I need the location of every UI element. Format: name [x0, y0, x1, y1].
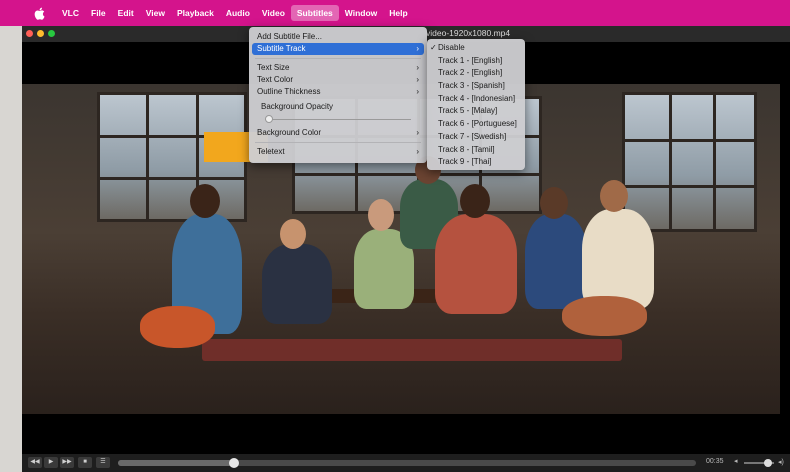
- track-item-9[interactable]: Track 9 - [Thai]: [427, 156, 525, 169]
- menu-item-label: Teletext: [257, 147, 285, 156]
- subtitles-menu: Add Subtitle File... Subtitle Track › Te…: [249, 27, 427, 163]
- track-label: Disable: [438, 43, 465, 52]
- close-window-icon[interactable]: [26, 30, 33, 37]
- track-item-1[interactable]: Track 1 - [English]: [427, 55, 525, 68]
- menu-bar: VLC File Edit View Playback Audio Video …: [0, 0, 790, 26]
- chevron-right-icon: ›: [416, 44, 419, 53]
- pouf: [562, 296, 647, 336]
- menu-help[interactable]: Help: [383, 5, 413, 21]
- menu-item-label: Subtitle Track: [257, 44, 306, 53]
- checkmark-icon: ✓: [430, 43, 437, 52]
- window-pane-right: [622, 92, 757, 232]
- window-title: video-1920x1080.mp4: [426, 28, 511, 38]
- volume-high-icon[interactable]: ◂): [778, 458, 784, 466]
- menu-subtitles[interactable]: Subtitles: [290, 5, 339, 21]
- subtitle-track-submenu: ✓ Disable Track 1 - [English] Track 2 - …: [427, 39, 525, 170]
- slider-knob[interactable]: [265, 115, 273, 123]
- elapsed-time: 00:35: [706, 458, 724, 465]
- rewind-icon[interactable]: ◀◀: [28, 457, 42, 468]
- menu-item-teletext[interactable]: Teletext ›: [249, 146, 427, 158]
- track-item-2[interactable]: Track 2 - [English]: [427, 67, 525, 80]
- menu-window[interactable]: Window: [339, 5, 384, 21]
- menu-item-outline-thickness[interactable]: Outline Thickness ›: [249, 86, 427, 98]
- seek-bar-knob[interactable]: [228, 458, 239, 468]
- menu-item-label: Text Color: [257, 75, 294, 84]
- zoom-window-icon[interactable]: [48, 30, 55, 37]
- person-head: [190, 184, 220, 218]
- track-label: Track 7 - [Swedish]: [438, 131, 507, 141]
- menu-item-label: Add Subtitle File...: [257, 32, 322, 41]
- person-head: [368, 199, 394, 231]
- track-item-7[interactable]: Track 7 - [Swedish]: [427, 131, 525, 144]
- chevron-right-icon: ›: [416, 147, 419, 156]
- track-item-3[interactable]: Track 3 - [Spanish]: [427, 80, 525, 93]
- menu-item-label: Outline Thickness: [257, 87, 321, 96]
- playback-controller: ◀◀ ▶ ▶▶ ■ ☰ 00:35 ◂ ◂): [22, 454, 790, 472]
- seek-bar-fill: [118, 460, 234, 466]
- background-opacity-label: Background Opacity: [261, 102, 334, 111]
- menu-file[interactable]: File: [85, 5, 112, 21]
- track-label: Track 5 - [Malay]: [438, 106, 498, 116]
- menu-item-label: Background Color: [257, 128, 322, 137]
- chevron-right-icon: ›: [416, 87, 419, 96]
- seek-bar[interactable]: [118, 458, 696, 468]
- person: [262, 244, 332, 324]
- menu-separator: [255, 142, 421, 143]
- person: [525, 214, 587, 309]
- pouf: [140, 306, 215, 348]
- track-label: Track 1 - [English]: [438, 55, 503, 65]
- playlist-icon[interactable]: ☰: [96, 457, 110, 468]
- person-head: [460, 184, 490, 218]
- person-head: [280, 219, 306, 249]
- menu-video[interactable]: Video: [256, 5, 291, 21]
- play-icon[interactable]: ▶: [44, 457, 58, 468]
- menu-item-subtitle-track[interactable]: Subtitle Track ›: [252, 43, 424, 55]
- track-label: Track 8 - [Tamil]: [438, 144, 495, 154]
- track-item-disable[interactable]: ✓ Disable: [427, 42, 525, 55]
- chevron-right-icon: ›: [416, 128, 419, 137]
- menu-audio[interactable]: Audio: [220, 5, 256, 21]
- chevron-right-icon: ›: [416, 63, 419, 72]
- apple-logo-icon[interactable]: [34, 7, 50, 20]
- background-opacity-slider[interactable]: [265, 115, 411, 123]
- menu-item-text-size[interactable]: Text Size ›: [249, 62, 427, 74]
- person-head: [540, 187, 568, 219]
- menu-edit[interactable]: Edit: [112, 5, 140, 21]
- chevron-right-icon: ›: [416, 75, 419, 84]
- volume-low-icon[interactable]: ◂: [734, 457, 738, 465]
- volume-slider-knob[interactable]: [764, 459, 772, 467]
- track-item-4[interactable]: Track 4 - [Indonesian]: [427, 93, 525, 106]
- menu-item-background-color[interactable]: Background Color ›: [249, 127, 427, 139]
- menu-separator: [255, 58, 421, 59]
- menu-view[interactable]: View: [140, 5, 171, 21]
- track-item-5[interactable]: Track 5 - [Malay]: [427, 105, 525, 118]
- track-label: Track 9 - [Thai]: [438, 157, 492, 167]
- menu-item-label: Text Size: [257, 63, 290, 72]
- person: [582, 209, 654, 309]
- fast-forward-icon[interactable]: ▶▶: [60, 457, 74, 468]
- menu-playback[interactable]: Playback: [171, 5, 220, 21]
- menu-item-add-subtitle-file[interactable]: Add Subtitle File...: [249, 31, 427, 43]
- rug: [202, 339, 622, 361]
- person-head: [600, 180, 628, 212]
- track-label: Track 4 - [Indonesian]: [438, 93, 516, 103]
- stop-icon[interactable]: ■: [78, 457, 92, 468]
- menu-item-text-color[interactable]: Text Color ›: [249, 74, 427, 86]
- volume-slider[interactable]: [744, 459, 774, 467]
- track-label: Track 2 - [English]: [438, 68, 503, 78]
- track-item-8[interactable]: Track 8 - [Tamil]: [427, 144, 525, 157]
- track-label: Track 3 - [Spanish]: [438, 81, 505, 91]
- track-label: Track 6 - [Portuguese]: [438, 119, 517, 129]
- minimize-window-icon[interactable]: [37, 30, 44, 37]
- track-item-6[interactable]: Track 6 - [Portuguese]: [427, 118, 525, 131]
- menu-vlc[interactable]: VLC: [56, 5, 85, 21]
- person: [435, 214, 517, 314]
- slider-track: [265, 119, 411, 120]
